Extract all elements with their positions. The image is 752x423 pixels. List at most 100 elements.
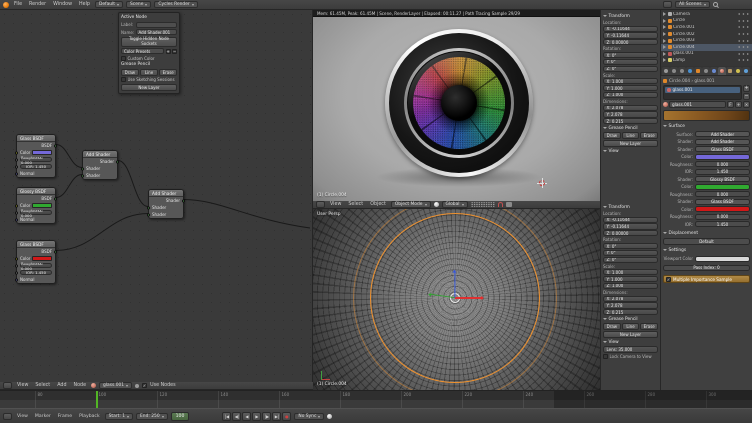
preset-remove-button[interactable]: − (172, 49, 177, 54)
viewport-color-swatch[interactable] (695, 256, 750, 262)
tab-constraints-icon[interactable] (702, 67, 710, 75)
restriction-toggles[interactable] (737, 52, 750, 56)
normal-input-socket[interactable] (15, 278, 18, 281)
property-value[interactable]: Glass BSDF (695, 199, 750, 205)
node-add-shader-2[interactable]: Add Shader Shader Shader Shader (148, 189, 184, 219)
shader-input-socket[interactable] (147, 206, 150, 209)
property-value[interactable]: 0.000 (695, 214, 750, 220)
scene-dropdown[interactable]: Scene (126, 1, 151, 8)
menu-file[interactable]: File (12, 2, 24, 7)
scale-x-field[interactable]: X: 1.000 (603, 269, 658, 275)
timeline-menu-marker[interactable]: Marker (33, 414, 53, 419)
roughness-input-socket[interactable] (15, 264, 18, 267)
node-menu-add[interactable]: Add (55, 383, 68, 388)
slot-add-button[interactable]: + (743, 85, 750, 92)
playback-button[interactable]: ● (282, 412, 291, 421)
scale-z-field[interactable]: Z: 1.000 (603, 283, 658, 289)
outliner-row[interactable]: Camera (661, 11, 752, 18)
rendered-viewport[interactable]: (1) Circle.004 (313, 17, 600, 201)
property-value[interactable]: 1.450 (695, 169, 750, 175)
location-z-field[interactable]: Z: 0.00000 (603, 39, 658, 45)
tab-particles-icon[interactable] (734, 67, 742, 75)
restriction-toggles[interactable] (737, 39, 750, 43)
tab-modifiers-icon[interactable] (710, 67, 718, 75)
roughness-field[interactable]: Roughness: 0.000 (20, 210, 52, 215)
start-frame-field[interactable]: Start: 1 (105, 413, 133, 420)
gp-draw-button[interactable]: Draw (603, 323, 621, 330)
property-value[interactable]: 1.450 (695, 221, 750, 227)
color-input-socket[interactable] (15, 204, 18, 207)
name-field[interactable]: Add Shader.001 (136, 29, 178, 35)
sync-dropdown[interactable]: No Sync (294, 413, 324, 420)
location-y-field[interactable]: Y: -0.11644 (603, 32, 658, 38)
color-input-socket[interactable] (15, 151, 18, 154)
shader-input-socket[interactable] (147, 213, 150, 216)
dimensions-x-field[interactable]: X: 2.078 (603, 105, 658, 111)
object-name[interactable]: Circle.003 (673, 38, 736, 43)
ior-input-socket[interactable] (15, 271, 18, 274)
mis-checkbox[interactable]: ✓ (666, 277, 671, 282)
tab-object-icon[interactable] (694, 67, 702, 75)
property-value[interactable]: 0.000 (695, 161, 750, 167)
gp-erase-button[interactable]: Erase (159, 69, 177, 76)
tab-scene-icon[interactable] (678, 67, 686, 75)
dimensions-y-field[interactable]: Y: 2.078 (603, 111, 658, 117)
rotation-z-field[interactable]: Z: 0° (603, 257, 658, 263)
property-value[interactable] (695, 206, 750, 212)
tab-texture-icon[interactable] (726, 67, 734, 75)
pass-index-field[interactable]: Pass Index: 0 (663, 265, 750, 271)
select-menu[interactable]: Select (346, 202, 365, 207)
tab-material-icon[interactable] (718, 67, 726, 75)
playback-button[interactable]: |▶ (262, 412, 271, 421)
gp-line-button[interactable]: Line (622, 132, 640, 139)
slot-remove-button[interactable]: − (743, 93, 750, 100)
layer-dots[interactable] (471, 202, 495, 207)
object-name[interactable]: Circle.004 (673, 45, 736, 50)
node-add-shader-1[interactable]: Add Shader Shader Shader Shader (82, 150, 118, 180)
3d-cursor[interactable] (537, 178, 547, 188)
restriction-toggles[interactable] (737, 58, 750, 62)
shader-output-socket[interactable] (116, 160, 119, 163)
fake-user-button[interactable]: F (727, 101, 734, 108)
object-name[interactable]: glass.001 (673, 51, 736, 56)
x-axis-manipulator[interactable] (455, 297, 483, 298)
material-name-field[interactable]: glass.001 (669, 101, 726, 108)
unlink-material-button[interactable]: × (743, 101, 750, 108)
bsdf-output-socket[interactable] (54, 197, 57, 200)
material-selector[interactable]: glass.001 (99, 382, 132, 389)
scale-y-field[interactable]: Y: 1.000 (603, 276, 658, 282)
expand-arrow-icon[interactable] (663, 25, 666, 29)
gp-erase-button[interactable]: Erase (640, 132, 658, 139)
search-icon[interactable] (713, 2, 718, 7)
node-title[interactable]: Add Shader (149, 190, 183, 197)
node-wire[interactable] (56, 145, 82, 168)
view-menu[interactable]: View (328, 202, 343, 207)
dimensions-z-field[interactable]: Z: 0.215 (603, 309, 658, 315)
restriction-toggles[interactable] (737, 32, 750, 36)
outliner-row[interactable]: Circle.001 (661, 24, 752, 31)
ior-field[interactable]: IOR: 1.450 (20, 164, 52, 169)
expand-arrow-icon[interactable] (663, 32, 666, 36)
shader-output-socket[interactable] (182, 199, 185, 202)
timeline-menu-view[interactable]: View (15, 414, 30, 419)
viewport-shading-icon[interactable] (434, 202, 439, 207)
ior-field[interactable]: IOR: 1.450 (20, 270, 52, 275)
active-node-panel-title[interactable]: Active Node (121, 15, 177, 20)
restriction-toggles[interactable] (737, 45, 750, 49)
playback-button[interactable]: |◀ (222, 412, 231, 421)
outliner-filter-dropdown[interactable]: All Scenes (675, 1, 710, 8)
roughness-field[interactable]: Roughness: 0.000 (20, 263, 52, 268)
sketch-sessions-checkbox[interactable] (121, 77, 126, 82)
snap-magnet-icon[interactable] (498, 202, 503, 207)
property-value[interactable]: Glass BSDF (695, 146, 750, 152)
lock-camera-checkbox[interactable] (603, 354, 608, 359)
menu-window[interactable]: Window (51, 2, 74, 7)
dimensions-x-field[interactable]: X: 2.078 (603, 296, 658, 302)
render-camera-icon[interactable] (506, 202, 512, 207)
normal-input-socket[interactable] (15, 218, 18, 221)
tab-physics-icon[interactable] (742, 67, 750, 75)
outliner-row[interactable]: Circle.003 (661, 37, 752, 44)
rotation-x-field[interactable]: X: 0° (603, 243, 658, 249)
object-name[interactable]: Circle.001 (673, 25, 736, 30)
outliner-row[interactable]: Circle (661, 18, 752, 25)
